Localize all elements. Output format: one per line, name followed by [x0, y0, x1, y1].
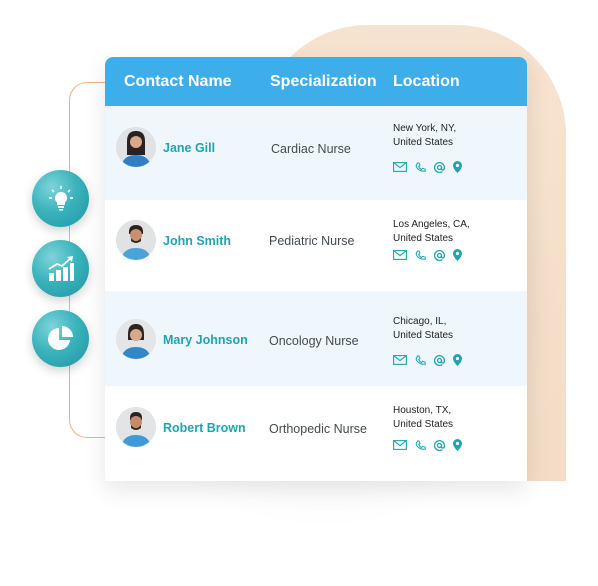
contact-name[interactable]: Mary Johnson	[163, 333, 248, 347]
mail-icon[interactable]	[393, 250, 407, 260]
location: Chicago, IL, United States	[393, 315, 453, 343]
avatar-photo	[116, 319, 156, 359]
contact-actions	[393, 161, 462, 173]
mail-icon[interactable]	[393, 440, 407, 450]
at-sign-icon[interactable]	[434, 354, 445, 366]
location: Los Angeles, CA, United States	[393, 218, 470, 246]
location-line-2: United States	[393, 330, 454, 341]
specialization: Orthopedic Nurse	[269, 422, 367, 436]
table-row[interactable]: John Smith Pediatric Nurse Los Angeles, …	[105, 200, 527, 291]
map-pin-icon[interactable]	[453, 354, 462, 366]
phone-icon[interactable]	[415, 355, 426, 366]
column-header-specialization[interactable]: Specialization	[270, 73, 377, 91]
avatar	[116, 407, 156, 447]
contact-actions	[393, 439, 462, 451]
specialization: Pediatric Nurse	[269, 234, 355, 248]
contact-name[interactable]: John Smith	[163, 234, 231, 248]
map-pin-icon[interactable]	[453, 249, 462, 261]
specialization: Cardiac Nurse	[271, 142, 351, 156]
location: New York, NY, United States	[393, 122, 456, 150]
growth-chart-bubble	[32, 240, 89, 297]
contacts-table-card: Contact Name Specialization Location Jan…	[105, 57, 527, 481]
contact-actions	[393, 354, 462, 366]
location: Houston, TX, United States	[393, 404, 453, 432]
location-line-1: Chicago, IL,	[393, 316, 447, 327]
at-sign-icon[interactable]	[434, 249, 445, 261]
location-line-2: United States	[393, 419, 454, 430]
lightbulb-bubble	[32, 170, 89, 227]
location-line-1: Houston, TX,	[393, 405, 452, 416]
pie-chart-bubble	[32, 310, 89, 367]
mail-icon[interactable]	[393, 162, 407, 172]
column-header-location[interactable]: Location	[393, 73, 460, 91]
contact-actions	[393, 249, 462, 261]
table-header: Contact Name Specialization Location	[105, 57, 527, 106]
phone-icon[interactable]	[415, 440, 426, 451]
growth-chart-icon	[48, 255, 74, 281]
avatar	[116, 220, 156, 260]
location-line-1: New York, NY,	[393, 123, 457, 134]
map-pin-icon[interactable]	[453, 439, 462, 451]
location-line-2: United States	[393, 233, 454, 244]
table-row[interactable]: Robert Brown Orthopedic Nurse Houston, T…	[105, 386, 527, 481]
avatar-photo	[116, 127, 156, 167]
avatar-photo	[116, 220, 156, 260]
table-row[interactable]: Mary Johnson Oncology Nurse Chicago, IL,…	[105, 291, 527, 386]
specialization: Oncology Nurse	[269, 334, 359, 348]
phone-icon[interactable]	[415, 162, 426, 173]
at-sign-icon[interactable]	[434, 161, 445, 173]
lightbulb-icon	[48, 185, 73, 211]
location-line-1: Los Angeles, CA,	[393, 219, 470, 230]
pie-chart-icon	[47, 325, 73, 350]
avatar	[116, 127, 156, 167]
phone-icon[interactable]	[415, 250, 426, 261]
mail-icon[interactable]	[393, 355, 407, 365]
location-line-2: United States	[393, 137, 454, 148]
column-header-contact-name[interactable]: Contact Name	[124, 73, 232, 91]
contact-name[interactable]: Jane Gill	[163, 141, 215, 155]
map-pin-icon[interactable]	[453, 161, 462, 173]
contact-name[interactable]: Robert Brown	[163, 421, 246, 435]
at-sign-icon[interactable]	[434, 439, 445, 451]
avatar-photo	[116, 407, 156, 447]
table-row[interactable]: Jane Gill Cardiac Nurse New York, NY, Un…	[105, 106, 527, 200]
avatar	[116, 319, 156, 359]
